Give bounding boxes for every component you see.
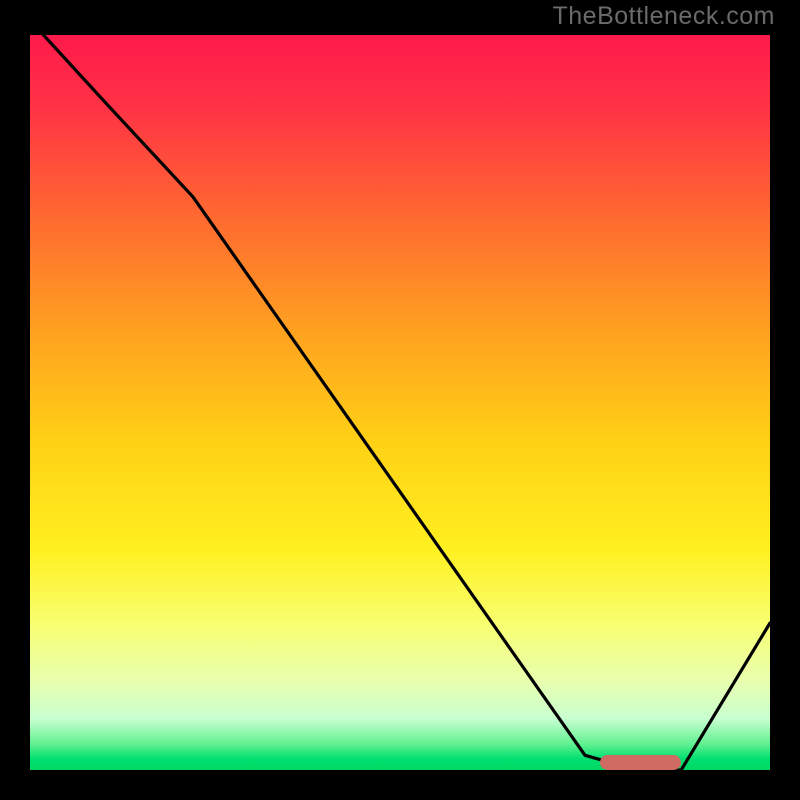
optimum-marker	[600, 755, 681, 770]
chart-svg	[30, 35, 770, 770]
chart-frame: TheBottleneck.com	[0, 0, 800, 800]
watermark-text: TheBottleneck.com	[553, 2, 776, 31]
plot-area	[30, 35, 770, 770]
heat-gradient-bg	[30, 35, 770, 770]
